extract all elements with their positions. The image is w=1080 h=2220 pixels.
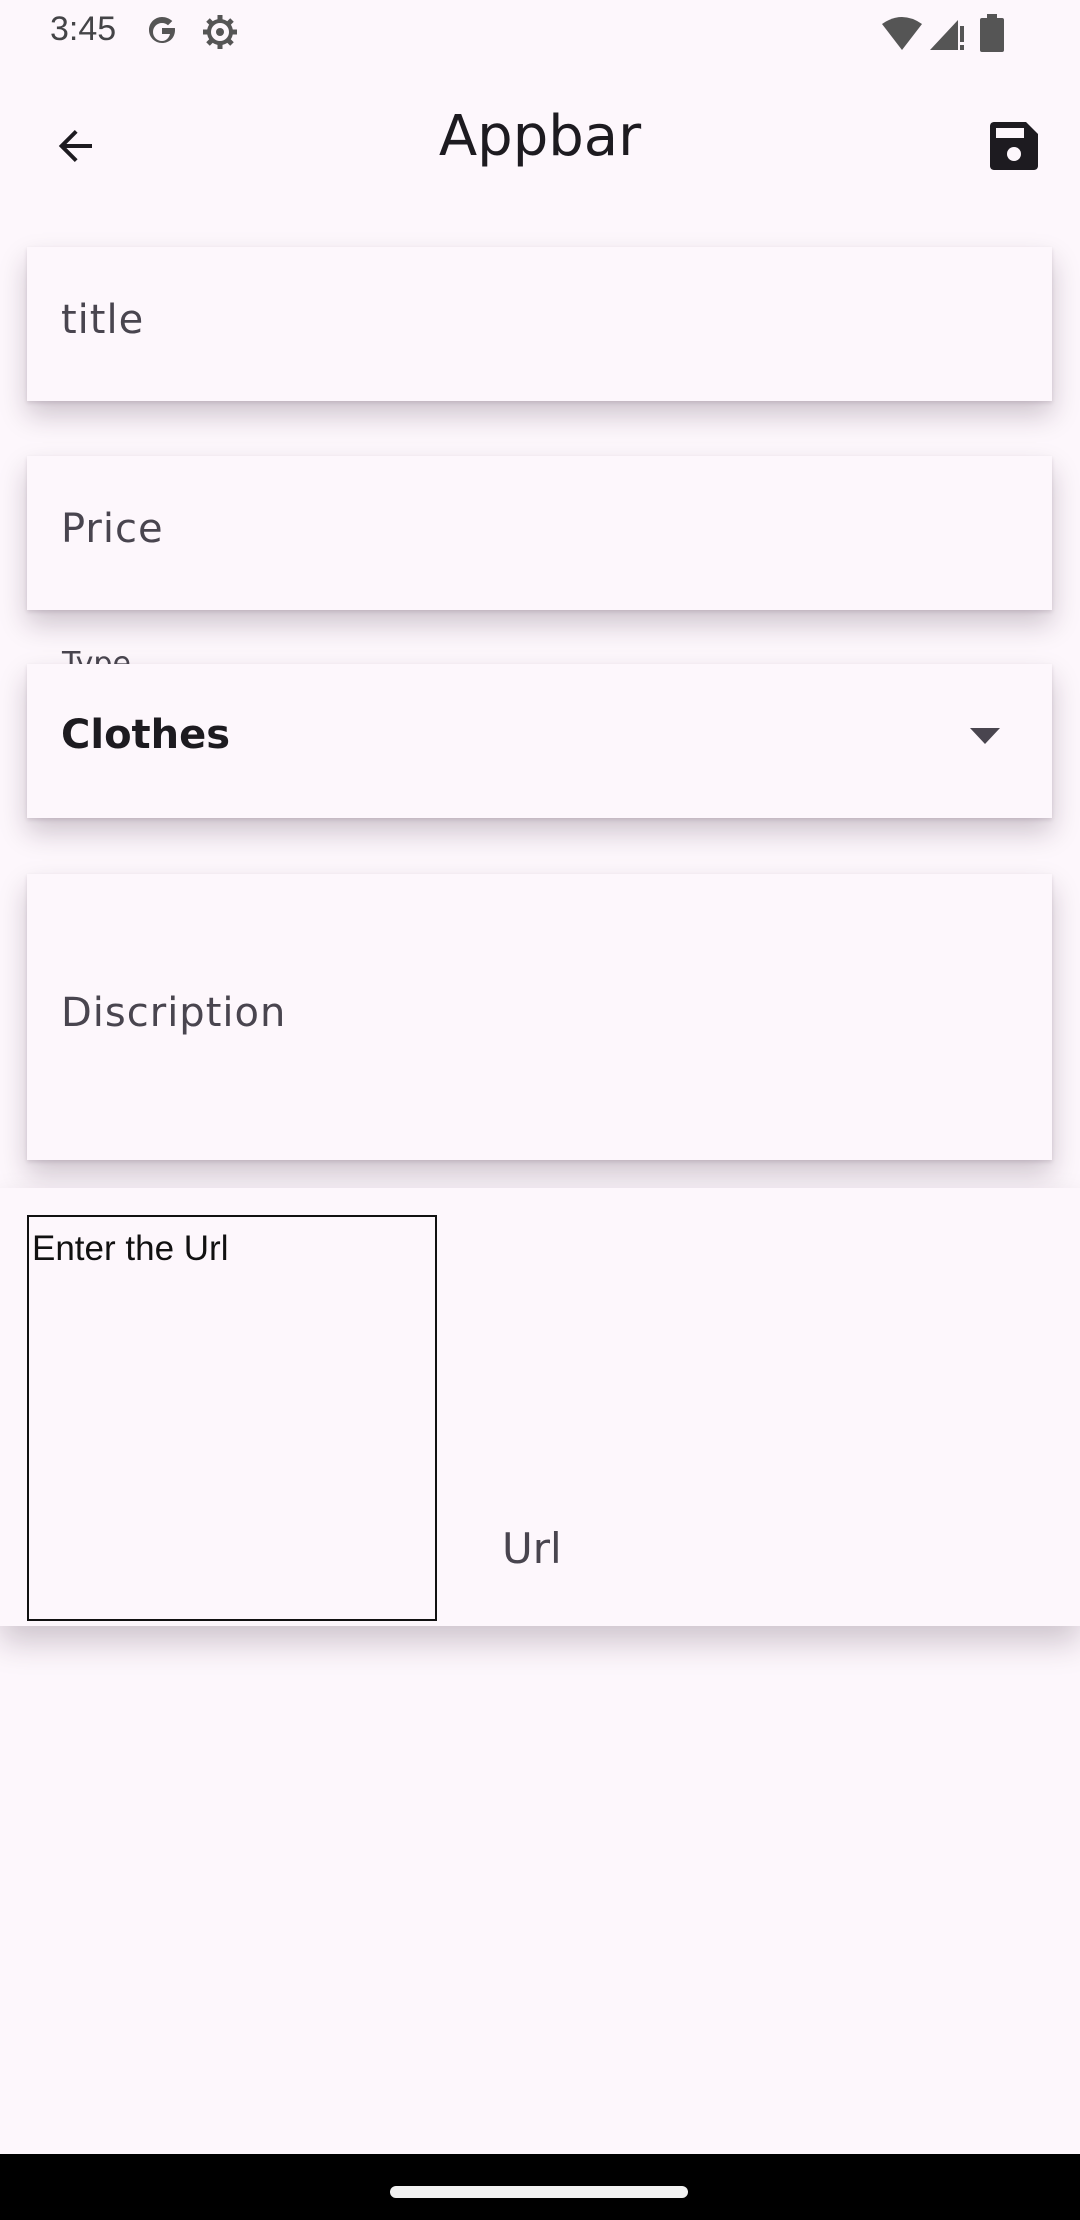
title-field[interactable]: title [27, 247, 1052, 401]
url-input[interactable]: Url [502, 1524, 562, 1573]
description-field[interactable]: Discription [27, 874, 1052, 1160]
home-gesture-handle[interactable] [390, 2186, 688, 2198]
price-field[interactable]: Price [27, 456, 1052, 610]
url-preview-box: Enter the Url [27, 1215, 437, 1621]
wifi-icon [882, 17, 922, 50]
settings-gear-icon [203, 15, 237, 49]
title-placeholder: title [61, 297, 145, 343]
google-g-icon [149, 17, 176, 43]
url-section: Enter the Url Url [0, 1188, 1080, 1626]
app-bar: Appbar [0, 66, 1080, 218]
type-dropdown[interactable]: Clothes [27, 664, 1052, 818]
status-bar: 3:45 [0, 0, 1080, 66]
status-time: 3:45 [50, 10, 117, 48]
battery-icon [980, 14, 1004, 52]
cell-signal-icon [930, 20, 964, 50]
type-selected-value: Clothes [61, 712, 231, 758]
description-placeholder: Discription [61, 990, 287, 1036]
save-button[interactable] [982, 114, 1046, 178]
save-floppy-icon [990, 122, 1038, 170]
dropdown-arrow-icon [970, 728, 1000, 744]
page-title: Appbar [438, 104, 642, 169]
navigation-bar [0, 2154, 1080, 2220]
url-preview-text: Enter the Url [32, 1229, 229, 1268]
price-placeholder: Price [61, 506, 164, 552]
